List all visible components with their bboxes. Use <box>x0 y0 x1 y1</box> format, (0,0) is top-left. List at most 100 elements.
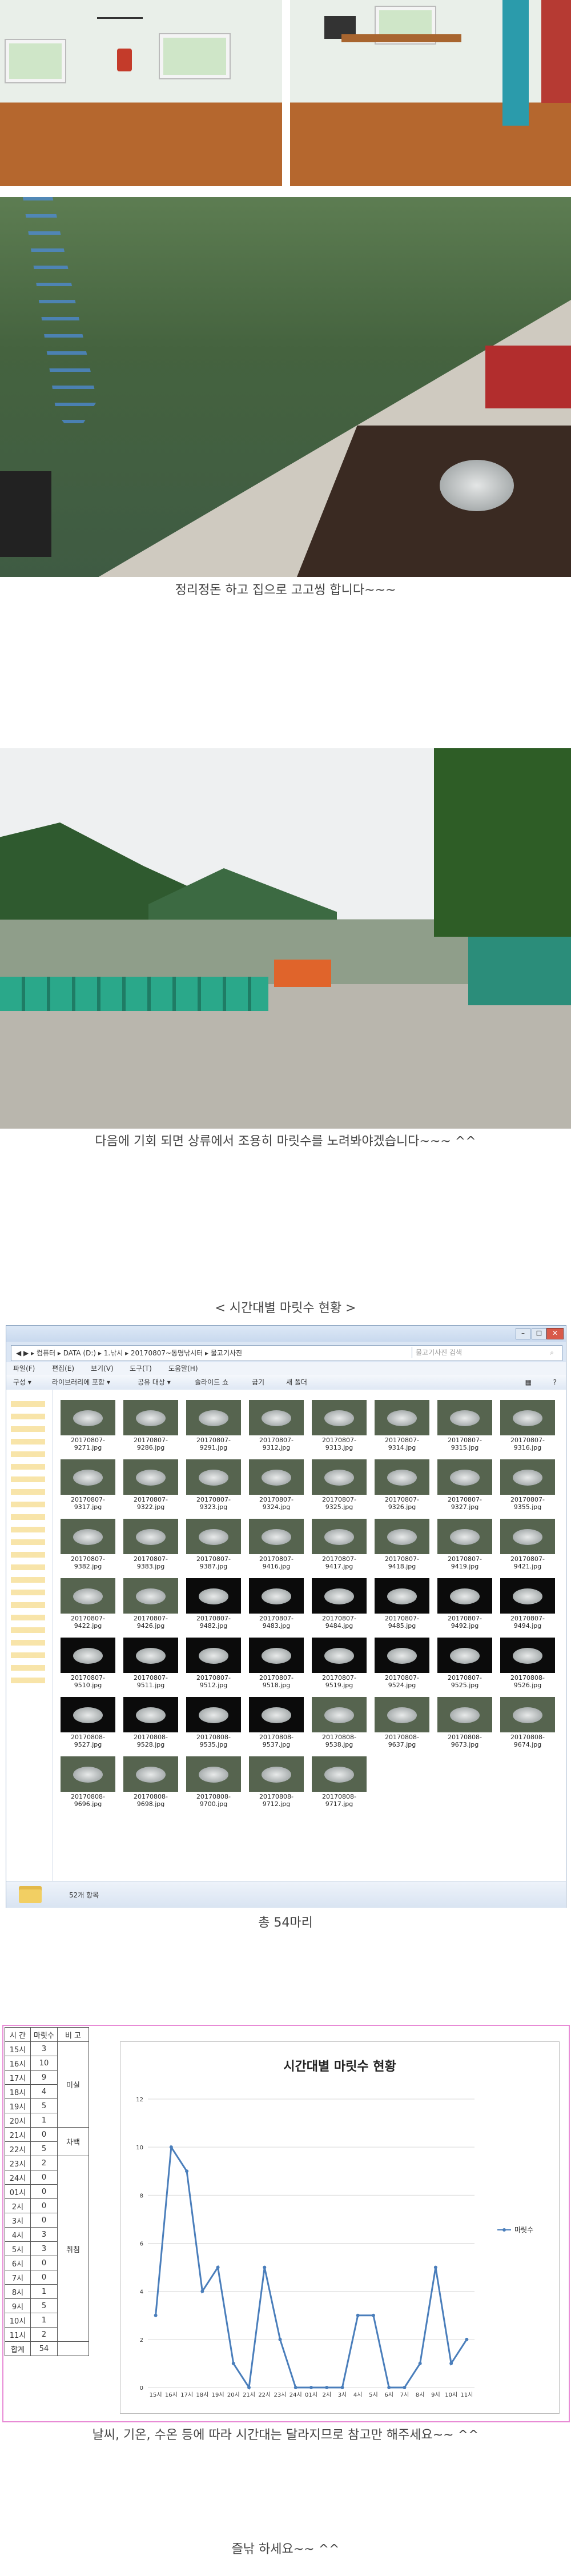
toolbar-burn[interactable]: 굽기 <box>252 1375 264 1390</box>
file-thumbnail[interactable]: 20170808-9712.jpg <box>249 1756 304 1811</box>
file-thumbnail[interactable]: 20170808-9535.jpg <box>186 1697 241 1752</box>
file-thumbnail[interactable]: 20170807-9316.jpg <box>500 1400 555 1455</box>
file-thumbnail[interactable]: 20170807-9485.jpg <box>375 1578 429 1633</box>
note-cell: 차백 <box>57 2127 89 2156</box>
search-icon[interactable]: ⌕ <box>550 1347 554 1358</box>
navigation-pane[interactable] <box>6 1390 53 1881</box>
caption-cleanup: 정리정돈 하고 집으로 고고씽 합니다~~~ <box>175 583 396 597</box>
file-thumbnail[interactable]: 20170807-9482.jpg <box>186 1578 241 1633</box>
file-thumbnail[interactable]: 20170807-9510.jpg <box>61 1638 115 1692</box>
menu-help[interactable]: 도움말(H) <box>168 1362 198 1375</box>
minimize-button[interactable]: – <box>516 1328 530 1339</box>
time-cell: 10시 <box>5 2313 31 2328</box>
close-button[interactable]: ✕ <box>546 1328 564 1339</box>
file-thumbnail[interactable]: 20170807-9511.jpg <box>123 1638 178 1692</box>
toolbar-include-library[interactable]: 라이브러리에 포함 ▾ <box>52 1375 110 1390</box>
menu-tools[interactable]: 도구(T) <box>130 1362 152 1375</box>
file-thumbnail[interactable]: 20170808-9700.jpg <box>186 1756 241 1811</box>
file-thumbnail[interactable]: 20170807-9492.jpg <box>437 1578 492 1633</box>
fish-photo-icon <box>123 1459 178 1495</box>
file-thumbnail[interactable]: 20170807-9524.jpg <box>375 1638 429 1692</box>
address-bar[interactable]: ◀ ▶ ▸ 컴퓨터 ▸ DATA (D:) ▸ 1.낚시 ▸ 20170807~… <box>11 1345 562 1361</box>
fish-photo-icon <box>500 1638 555 1673</box>
file-thumbnail[interactable]: 20170807-9382.jpg <box>61 1519 115 1574</box>
file-thumbnail[interactable]: 20170807-9326.jpg <box>375 1459 429 1514</box>
file-thumbnail[interactable]: 20170808-9526.jpg <box>500 1638 555 1692</box>
file-thumbnail[interactable]: 20170807-9525.jpg <box>437 1638 492 1692</box>
y-tick-label: 0 <box>140 2385 143 2392</box>
file-thumbnail[interactable]: 20170808-9696.jpg <box>61 1756 115 1811</box>
file-thumbnail[interactable]: 20170807-9317.jpg <box>61 1459 115 1514</box>
file-thumbnail[interactable]: 20170808-9527.jpg <box>61 1697 115 1752</box>
file-thumbnail[interactable]: 20170807-9419.jpg <box>437 1519 492 1574</box>
file-thumbnail[interactable]: 20170807-9518.jpg <box>249 1638 304 1692</box>
file-thumbnail[interactable]: 20170808-9673.jpg <box>437 1697 492 1752</box>
file-thumbnail[interactable]: 20170807-9519.jpg <box>312 1638 367 1692</box>
file-thumbnail[interactable]: 20170807-9417.jpg <box>312 1519 367 1574</box>
x-tick-label: 9시 <box>431 2392 440 2398</box>
file-name: 20170808-9712.jpg <box>259 1793 293 1808</box>
file-thumbnail[interactable]: 20170807-9324.jpg <box>249 1459 304 1514</box>
menu-bar: 파일(F) 편집(E) 보기(V) 도구(T) 도움말(H) <box>6 1362 566 1375</box>
file-thumbnail[interactable]: 20170807-9322.jpg <box>123 1459 178 1514</box>
file-thumbnail[interactable]: 20170807-9291.jpg <box>186 1400 241 1455</box>
toolbar-slideshow[interactable]: 슬라이드 쇼 <box>195 1375 228 1390</box>
file-thumbnail[interactable]: 20170807-9494.jpg <box>500 1578 555 1633</box>
file-thumbnail[interactable]: 20170807-9484.jpg <box>312 1578 367 1633</box>
file-thumbnail[interactable]: 20170807-9426.jpg <box>123 1578 178 1633</box>
file-name: 20170808-9535.jpg <box>196 1734 231 1748</box>
fish-photo-icon <box>123 1756 178 1792</box>
toolbar-share[interactable]: 공유 대상 ▾ <box>138 1375 171 1390</box>
file-thumbnail[interactable]: 20170807-9355.jpg <box>500 1459 555 1514</box>
file-thumbnail[interactable]: 20170808-9538.jpg <box>312 1697 367 1752</box>
file-thumbnail[interactable]: 20170807-9387.jpg <box>186 1519 241 1574</box>
file-thumbnail[interactable]: 20170807-9512.jpg <box>186 1638 241 1692</box>
file-name: 20170807-9271.jpg <box>71 1437 105 1451</box>
search-box[interactable]: 물고기사진 검색 ⌕ <box>412 1347 558 1358</box>
fish-photo-icon <box>375 1519 429 1554</box>
count-cell: 3 <box>30 2241 58 2256</box>
file-thumbnail[interactable]: 20170807-9313.jpg <box>312 1400 367 1455</box>
file-thumbnail[interactable]: 20170807-9325.jpg <box>312 1459 367 1514</box>
view-options-icon[interactable]: ▦ <box>525 1375 532 1390</box>
file-thumbnail[interactable]: 20170808-9717.jpg <box>312 1756 367 1811</box>
file-thumbnail[interactable]: 20170807-9483.jpg <box>249 1578 304 1633</box>
file-thumbnail[interactable]: 20170807-9286.jpg <box>123 1400 178 1455</box>
fish-photo-icon <box>437 1578 492 1614</box>
file-name: 20170808-9696.jpg <box>71 1793 105 1808</box>
file-thumbnail[interactable]: 20170807-9312.jpg <box>249 1400 304 1455</box>
file-thumbnail[interactable]: 20170807-9327.jpg <box>437 1459 492 1514</box>
file-thumbnail[interactable]: 20170807-9315.jpg <box>437 1400 492 1455</box>
fish-photo-icon <box>123 1578 178 1614</box>
file-thumbnail[interactable]: 20170808-9674.jpg <box>500 1697 555 1752</box>
file-thumbnail[interactable]: 20170807-9383.jpg <box>123 1519 178 1574</box>
file-thumbnail[interactable]: 20170807-9422.jpg <box>61 1578 115 1633</box>
file-thumbnail[interactable]: 20170808-9637.jpg <box>375 1697 429 1752</box>
x-tick-label: 15시 <box>150 2392 162 2398</box>
data-point <box>169 2145 173 2149</box>
data-point <box>356 2313 360 2317</box>
file-thumbnail[interactable]: 20170807-9421.jpg <box>500 1519 555 1574</box>
maximize-button[interactable]: □ <box>532 1328 546 1339</box>
toolbar-organize[interactable]: 구성 ▾ <box>13 1375 31 1390</box>
file-thumbnail[interactable]: 20170807-9323.jpg <box>186 1459 241 1514</box>
file-thumbnail[interactable]: 20170807-9418.jpg <box>375 1519 429 1574</box>
data-point <box>403 2386 407 2389</box>
file-thumbnail[interactable]: 20170807-9314.jpg <box>375 1400 429 1455</box>
search-placeholder: 물고기사진 검색 <box>416 1349 463 1357</box>
file-thumbnail[interactable]: 20170808-9698.jpg <box>123 1756 178 1811</box>
data-point <box>247 2386 251 2389</box>
file-thumbnail[interactable]: 20170808-9537.jpg <box>249 1697 304 1752</box>
menu-file[interactable]: 파일(F) <box>13 1362 35 1375</box>
file-thumbnail[interactable]: 20170807-9271.jpg <box>61 1400 115 1455</box>
count-cell: 0 <box>30 2198 58 2213</box>
toolbar-new-folder[interactable]: 새 폴더 <box>286 1375 307 1390</box>
file-thumbnail[interactable]: 20170807-9416.jpg <box>249 1519 304 1574</box>
help-icon[interactable]: ? <box>553 1375 557 1390</box>
x-tick-label: 18시 <box>196 2392 208 2398</box>
file-thumbnail[interactable]: 20170808-9528.jpg <box>123 1697 178 1752</box>
file-list[interactable]: 20170807-9271.jpg 20170807-9286.jpg 201708… <box>53 1390 566 1881</box>
menu-view[interactable]: 보기(V) <box>91 1362 114 1375</box>
address-path[interactable]: ◀ ▶ ▸ 컴퓨터 ▸ DATA (D:) ▸ 1.낚시 ▸ 20170807~… <box>16 1346 242 1361</box>
menu-edit[interactable]: 편집(E) <box>52 1362 74 1375</box>
